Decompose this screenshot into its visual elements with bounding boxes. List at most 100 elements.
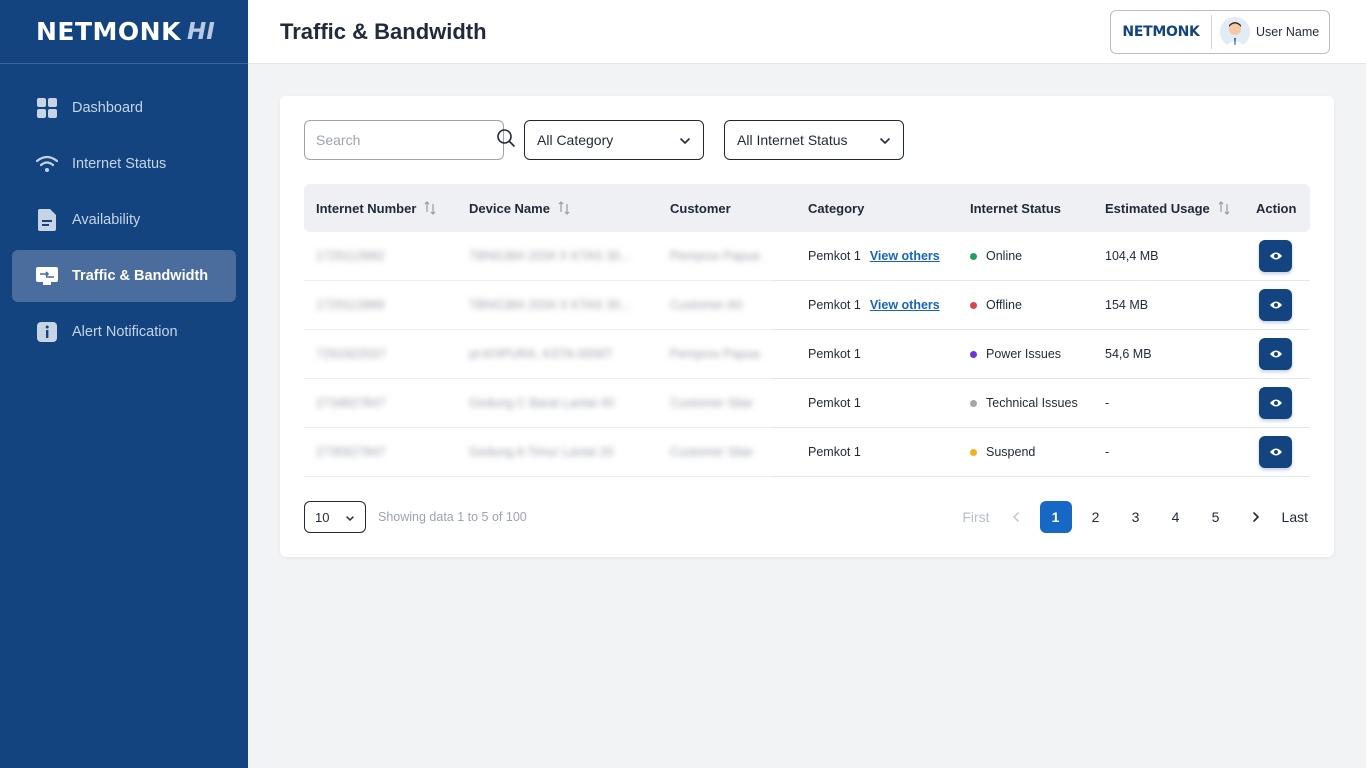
category-cell: Pemkot 1: [808, 379, 861, 427]
view-detail-button[interactable]: [1259, 436, 1292, 468]
sidebar-item-label: Alert Notification: [72, 324, 178, 340]
sidebar-item-label: Availability: [72, 212, 141, 228]
table-header: Internet Number Device Name Customer Cat…: [304, 184, 1310, 232]
sort-icon[interactable]: [1218, 200, 1230, 216]
column-label: Action: [1256, 200, 1297, 216]
search-icon[interactable]: [497, 128, 515, 152]
column-label: Category: [808, 200, 865, 216]
status-text: Power Issues: [986, 347, 1062, 361]
next-page-button[interactable]: [1240, 501, 1272, 533]
avatar: [1220, 17, 1250, 47]
chevron-down-icon: [879, 132, 891, 148]
sidebar-item-alert-notification[interactable]: Alert Notification: [12, 306, 236, 358]
category-dropdown[interactable]: All Category: [524, 120, 704, 160]
view-detail-button[interactable]: [1259, 240, 1292, 272]
traffic-table-card: All Category All Internet Status Interne…: [280, 96, 1334, 557]
internet-number-cell: 1729113982: [316, 249, 385, 263]
column-label: Device Name: [469, 200, 550, 216]
traffic-icon: [36, 265, 58, 287]
status-cell: Suspend: [970, 428, 1035, 476]
usage-cell: 104,4 MB: [1105, 249, 1159, 263]
page-button-1[interactable]: 1: [1039, 501, 1072, 533]
column-device-name[interactable]: Device Name: [469, 184, 570, 232]
info-icon: [36, 321, 58, 343]
brand-logo: NETMONK HI: [0, 0, 248, 64]
table-body: 1729113982 TBNG384 2034 X KTAS 30... Pem…: [304, 232, 1310, 477]
category-value: Pemkot 1: [808, 298, 861, 312]
view-others-link[interactable]: View others: [870, 249, 940, 263]
status-dot: [970, 301, 977, 309]
usage-cell: 54,6 MB: [1105, 347, 1152, 361]
chevron-left-icon: [1012, 512, 1019, 522]
usage-cell: -: [1105, 445, 1110, 459]
category-value: Pemkot 1: [808, 445, 861, 459]
device-name-cell: TBNG384 2034 X KTAS 30...: [469, 298, 631, 312]
table-row: 7291922037 pt-KHPURA, KSTA 0006T Pemprov…: [304, 330, 1310, 379]
page-button-3[interactable]: 3: [1120, 501, 1152, 533]
sidebar-item-label: Traffic & Bandwidth: [72, 268, 209, 284]
device-name-cell: TBNG384 2034 X KTAS 30...: [469, 249, 631, 263]
status-dot: [970, 399, 977, 407]
page-button-2[interactable]: 2: [1080, 501, 1112, 533]
column-label: Internet Status: [970, 200, 1062, 216]
internet-status-dropdown-value: All Internet Status: [737, 132, 848, 148]
brand-tag: HI: [186, 18, 215, 45]
search-input[interactable]: [316, 132, 497, 148]
view-detail-button[interactable]: [1259, 338, 1292, 370]
sidebar-item-traffic-bandwidth[interactable]: Traffic & Bandwidth: [12, 250, 236, 302]
status-text: Online: [986, 249, 1023, 263]
top-header: Traffic & Bandwidth NETMONK User Name: [248, 0, 1366, 64]
per-page-select[interactable]: 10: [304, 501, 366, 533]
device-name-cell: pt-KHPURA, KSTA 0006T: [469, 347, 613, 361]
status-dot: [970, 252, 977, 260]
device-name-cell: Gedung A Timur Lantai 20: [469, 445, 614, 459]
sidebar-nav: Dashboard Internet Status Availability T…: [0, 64, 248, 358]
chevron-down-icon: [679, 132, 691, 148]
view-detail-button[interactable]: [1259, 289, 1292, 321]
status-dot: [970, 448, 977, 456]
usage-cell: 154 MB: [1105, 298, 1149, 312]
sort-icon[interactable]: [424, 200, 436, 216]
page-button-5[interactable]: 5: [1200, 501, 1232, 533]
first-page-button[interactable]: First: [960, 501, 991, 533]
sidebar-item-availability[interactable]: Availability: [12, 194, 236, 246]
category-value: Pemkot 1: [808, 396, 861, 410]
category-cell: Pemkot 1 View others: [808, 232, 940, 280]
sidebar-item-dashboard[interactable]: Dashboard: [12, 82, 236, 134]
column-label: Estimated Usage: [1105, 200, 1210, 216]
column-label: Internet Number: [316, 200, 417, 216]
view-detail-button[interactable]: [1259, 387, 1292, 419]
eye-icon: [1269, 399, 1282, 407]
sidebar-item-label: Dashboard: [72, 100, 143, 116]
column-action: Action: [1256, 184, 1296, 232]
status-text: Technical Issues: [986, 396, 1078, 410]
internet-status-dropdown[interactable]: All Internet Status: [724, 120, 904, 160]
customer-cell: Pemprov Papua: [670, 347, 760, 361]
sidebar-item-internet-status[interactable]: Internet Status: [12, 138, 236, 190]
customer-cell: Customer A0: [670, 298, 743, 312]
sort-icon[interactable]: [558, 200, 570, 216]
customer-cell: Customer Sitar: [670, 445, 754, 459]
internet-number-cell: 2735927847: [316, 445, 386, 459]
data-table: Internet Number Device Name Customer Cat…: [304, 184, 1310, 477]
eye-icon: [1269, 252, 1282, 260]
eye-icon: [1269, 448, 1282, 456]
status-text: Offline: [986, 298, 1022, 312]
previous-page-button[interactable]: [1000, 501, 1032, 533]
table-row: 2735927847 Gedung A Timur Lantai 20 Cust…: [304, 428, 1310, 477]
usage-cell: -: [1105, 396, 1110, 410]
column-estimated-usage[interactable]: Estimated Usage: [1105, 184, 1230, 232]
internet-number-cell: 1729113989: [316, 298, 385, 312]
view-others-link[interactable]: View others: [870, 298, 940, 312]
action-cell: [1259, 330, 1292, 378]
last-page-button[interactable]: Last: [1280, 501, 1310, 533]
category-dropdown-value: All Category: [537, 132, 614, 148]
user-menu[interactable]: NETMONK User Name: [1110, 10, 1330, 54]
customer-cell: Pemprov Papua: [670, 249, 760, 263]
showing-info: Showing data 1 to 5 of 100: [378, 510, 527, 524]
divider: [1211, 15, 1212, 49]
wifi-icon: [36, 153, 58, 175]
column-label: Customer: [670, 200, 731, 216]
page-button-4[interactable]: 4: [1160, 501, 1192, 533]
column-internet-number[interactable]: Internet Number: [316, 184, 436, 232]
